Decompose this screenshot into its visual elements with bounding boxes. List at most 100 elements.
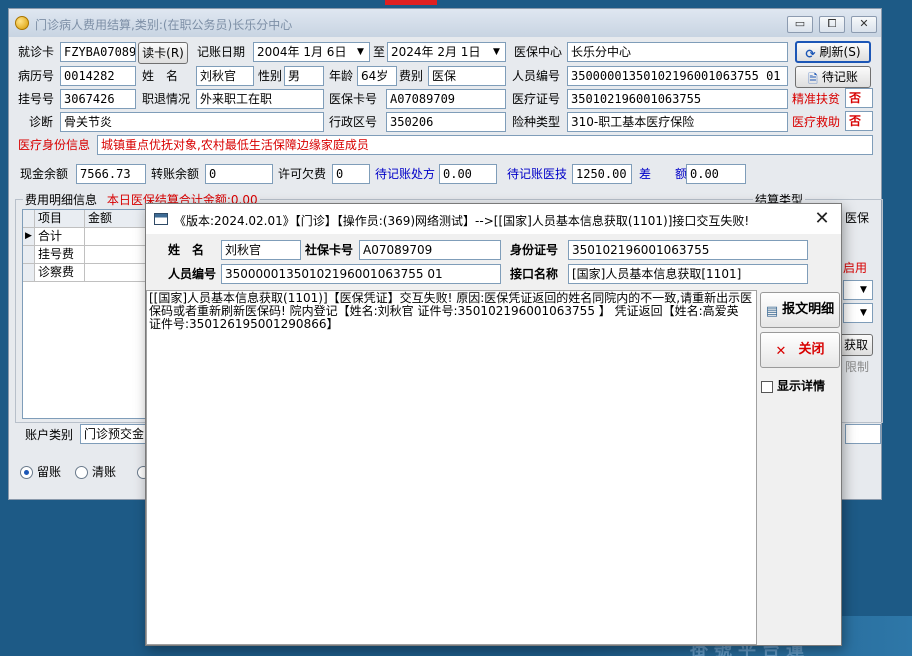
date-from-value: 2004年 1月 6日 [257, 45, 347, 59]
insurance-center-label: 医保中心 [514, 45, 563, 59]
pending-tech-field[interactable]: 1250.00 [572, 164, 632, 184]
settlement-insurance-label: 医保 [845, 211, 870, 225]
grid-header: 项目 金额 [23, 210, 161, 228]
window-icon [154, 213, 168, 225]
transfer-balance-label: 转账余额 [151, 167, 200, 181]
report-detail-button[interactable]: ▤ 报文明细 [760, 292, 840, 328]
dialog-titlebar[interactable]: 《版本:2024.02.01》【门诊】【操作员:(369)网络测试】-->[[国… [146, 204, 841, 234]
si-card-label: 社保卡号 [305, 243, 354, 257]
transfer-balance-field[interactable]: 0 [205, 164, 273, 184]
si-card-field[interactable]: A07089709 [359, 240, 501, 260]
refresh-icon: ⟳ [805, 47, 816, 61]
interface-field[interactable]: [国家]人员基本信息获取[1101] [568, 264, 808, 284]
poverty-label: 精准扶贫 [792, 92, 841, 106]
chevron-down-icon[interactable]: ▼ [489, 44, 504, 60]
diff-field[interactable]: 0.00 [686, 164, 746, 184]
pending-button[interactable]: 🗎 待记账 [795, 66, 871, 88]
column-header-item[interactable]: 项目 [35, 210, 85, 228]
app-coin-icon [15, 16, 29, 30]
refresh-label: 刷新(S) [819, 45, 861, 59]
cash-balance-label: 现金余额 [20, 167, 69, 181]
job-label: 职退情况 [142, 92, 191, 106]
date-to-picker[interactable]: 2024年 2月 1日 ▼ [387, 42, 506, 62]
poverty-field[interactable]: 否 [845, 88, 873, 108]
read-card-button[interactable]: 读卡(R) [138, 42, 188, 64]
minimize-button[interactable]: ▭ [787, 16, 813, 33]
region-field[interactable]: 350206 [386, 112, 506, 132]
diagnosis-field[interactable]: 骨关节炎 [60, 112, 324, 132]
date-to-label: 至 [373, 45, 386, 59]
detail-checkbox-label: 显示详情 [777, 379, 826, 393]
dialog-name-field[interactable]: 刘秋官 [221, 240, 301, 260]
record-date-label: 记账日期 [197, 45, 246, 59]
refresh-button[interactable]: ⟳ 刷新(S) [795, 41, 871, 63]
chevron-down-icon[interactable]: ▼ [353, 44, 368, 60]
table-row[interactable]: 诊察费 2 [23, 264, 161, 282]
table-row[interactable]: 挂号费 1 [23, 246, 161, 264]
insurance-center-field[interactable]: 长乐分中心 [567, 42, 788, 62]
fetch-button[interactable]: 获取 [839, 334, 873, 356]
name-label: 姓 名 [142, 69, 179, 83]
account-type-label: 账户类别 [25, 428, 74, 442]
name-field[interactable]: 刘秋官 [196, 66, 254, 86]
job-field[interactable]: 外来职工在职 [196, 89, 324, 109]
identity-field[interactable]: 城镇重点优抚对象,农村最低生活保障边缘家庭成员 [97, 135, 873, 155]
aid-field[interactable]: 否 [845, 111, 873, 131]
dialog-person-no-label: 人员编号 [168, 267, 217, 281]
close-icon[interactable]: ✕ [811, 208, 833, 230]
error-message[interactable]: [[国家]人员基本信息获取(1101)]【医保凭证】交互失败! 原因:医保凭证返… [146, 290, 757, 645]
age-label: 年龄 [329, 69, 354, 83]
cash-balance-field[interactable]: 7566.73 [76, 164, 146, 184]
fee-detail-grid[interactable]: 项目 金额 ▶ 合计 3 挂号费 1 诊察费 2 [22, 209, 162, 419]
clear-radio-label: 清账 [92, 465, 117, 479]
chevron-down-icon[interactable]: ▼ [856, 305, 871, 321]
detail-checkbox[interactable] [761, 381, 773, 393]
pending-rx-label: 待记账处方 [375, 167, 436, 181]
restore-button[interactable]: ⧠ [819, 16, 845, 33]
insurance-type-field[interactable]: 310-职工基本医疗保险 [567, 112, 788, 132]
settlement-combo-1[interactable]: ▼ [843, 280, 873, 300]
table-row[interactable]: ▶ 合计 3 [23, 228, 161, 246]
settlement-combo-2[interactable]: ▼ [843, 303, 873, 323]
record-no-field[interactable]: 0014282 [60, 66, 136, 86]
sex-field[interactable]: 男 [284, 66, 324, 86]
close-window-button[interactable]: ✕ [851, 16, 877, 33]
fee-type-field[interactable]: 医保 [428, 66, 506, 86]
cell-item: 挂号费 [35, 246, 85, 264]
row-indicator [23, 264, 35, 282]
dialog-name-label: 姓 名 [168, 243, 205, 257]
medical-cert-field[interactable]: 350102196001063755 [567, 89, 788, 109]
row-indicator-header [23, 210, 35, 228]
dialog-title: 《版本:2024.02.01》【门诊】【操作员:(369)网络测试】-->[[国… [174, 214, 750, 228]
id-no-field[interactable]: 350102196001063755 [568, 240, 808, 260]
dialog-close-button[interactable]: ✕ 关闭 [760, 332, 840, 368]
keep-radio[interactable] [20, 466, 33, 479]
identity-label: 医疗身份信息 [18, 138, 91, 152]
document-icon: 🗎 [808, 72, 818, 86]
clear-radio[interactable] [75, 466, 88, 479]
insurance-card-label: 医保卡号 [329, 92, 378, 106]
account-type-field[interactable]: 门诊预交金 [80, 424, 150, 444]
pending-label: 待记账 [821, 70, 858, 84]
dialog-close-label: 关闭 [798, 342, 825, 357]
account-extra-field[interactable] [845, 424, 881, 444]
dialog-person-no-field[interactable]: 35000001350102196001063755 01 [221, 264, 501, 284]
id-no-label: 身份证号 [510, 243, 559, 257]
keep-radio-label: 留账 [37, 465, 62, 479]
allow-owe-field[interactable]: 0 [332, 164, 370, 184]
limit-label: 限制 [845, 360, 870, 374]
date-to-value: 2024年 2月 1日 [391, 45, 481, 59]
window-titlebar[interactable]: 门诊病人费用结算,类别:(在职公务员)长乐分中心 ▭ ⧠ ✕ [9, 9, 881, 37]
age-field[interactable]: 64岁 [357, 66, 397, 86]
insurance-card-field[interactable]: A07089709 [386, 89, 506, 109]
pending-rx-field[interactable]: 0.00 [439, 164, 497, 184]
person-no-field[interactable]: 35000001350102196001063755 01 [567, 66, 788, 86]
card-input[interactable]: FZYBA07089 [60, 42, 136, 62]
date-from-picker[interactable]: 2004年 1月 6日 ▼ [253, 42, 370, 62]
medical-cert-label: 医疗证号 [512, 92, 561, 106]
reg-no-field[interactable]: 3067426 [60, 89, 136, 109]
desktop-accent [385, 0, 437, 5]
report-detail-label: 报文明细 [782, 302, 835, 317]
close-x-icon: ✕ [775, 344, 787, 359]
chevron-down-icon[interactable]: ▼ [856, 282, 871, 298]
